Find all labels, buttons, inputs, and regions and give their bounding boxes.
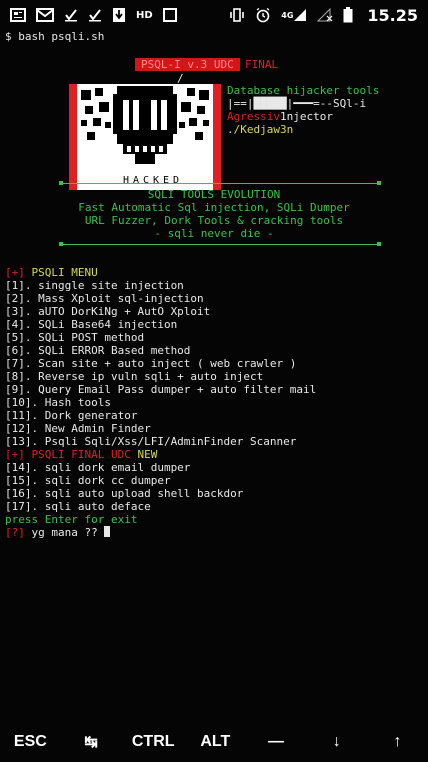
menu-item-3: [3]. aUTO DorKiNg + AutO Xploit — [5, 305, 211, 318]
menu-item-10: [10]. Hash tools — [5, 396, 111, 409]
menu-item-17: [17]. sqli auto deface — [5, 500, 151, 513]
input-prompt[interactable]: [?] yg mana ?? — [5, 526, 111, 539]
banner-title: PSQL-I v.3 UDC — [135, 58, 240, 71]
menu-item-4: [4]. SQLi Base64 injection — [5, 318, 178, 331]
divider-bottom — [59, 242, 381, 246]
prompt-text: yg mana ?? — [31, 526, 105, 539]
author-line: ./Kedjaw3n — [227, 123, 294, 136]
menu-item-7: [7]. Scan site + auto inject ( web crawl… — [5, 357, 297, 370]
injector-suffix: 1njector — [279, 110, 333, 123]
logo-panel: HACKED — [77, 84, 213, 190]
status-right: 4G 15.25 — [229, 6, 418, 25]
status-bar: HD 4G 15.25 — [0, 0, 428, 30]
menu-heading-label: PSQLI MENU — [31, 266, 98, 279]
news-icon — [10, 7, 26, 23]
menu-item-1: [1]. singgle site injection — [5, 279, 184, 292]
terminal-output[interactable]: $ bash psqli.sh PSQL-I v.3 UDC FINAL / H… — [5, 30, 423, 720]
extra-keys-row: ESC ↹ CTRL ALT — ↓ ↑ — [0, 722, 428, 762]
download-icon — [112, 7, 126, 23]
check-icon — [88, 8, 102, 22]
arrow-up-key[interactable]: ↑ — [378, 733, 418, 751]
menu-item-15: [15]. sqli dork cc dumper — [5, 474, 171, 487]
final-heading-label: PSQLI FINAL UDC — [31, 448, 131, 461]
menu-item-9: [9]. Query Email Pass dumper + auto filt… — [5, 383, 317, 396]
menu-item-12: [12]. New Admin Finder — [5, 422, 151, 435]
evolution-title: SQLI TOOLS EVOLUTION — [147, 188, 281, 201]
sqli-banner-line: |==|█████|━━━=--SQl-i — [227, 97, 367, 110]
tagline: Database hijacker tools — [227, 84, 380, 97]
hacked-logo: HACKED — [69, 84, 221, 190]
esc-key[interactable]: ESC — [10, 733, 50, 751]
menu-item-6: [6]. SQLi ERROR Based method — [5, 344, 191, 357]
skull-pixel-art — [77, 84, 213, 174]
evolution-line-1: Fast Automatic Sql injection, SQLi Dumpe… — [78, 201, 350, 214]
alarm-icon — [255, 7, 271, 23]
hd-icon: HD — [136, 9, 153, 21]
final-heading-new: NEW — [137, 448, 158, 461]
text-cursor — [104, 526, 111, 537]
menu-item-8: [8]. Reverse ip vuln sqli + auto inject — [5, 370, 264, 383]
network-label: 4G — [281, 10, 294, 20]
injector-line: Agressiv1njector — [227, 110, 333, 123]
status-left: HD — [10, 7, 177, 23]
final-heading-mark: [+] — [5, 448, 25, 461]
clock: 15.25 — [367, 5, 418, 25]
gmail-icon — [36, 7, 54, 23]
vibrate-icon — [229, 7, 245, 23]
banner-final: FINAL — [245, 58, 279, 71]
menu-item-2: [2]. Mass Xploit sql-injection — [5, 292, 204, 305]
evolution-line-3: - sqli never die - — [154, 227, 274, 240]
alt-key[interactable]: ALT — [195, 733, 235, 751]
menu-item-11: [11]. Dork generator — [5, 409, 138, 422]
prompt-mark: [?] — [5, 526, 25, 539]
screenshot-icon — [162, 8, 177, 22]
ctrl-key[interactable]: CTRL — [132, 733, 175, 751]
divider-top — [59, 181, 381, 185]
tab-key[interactable]: ↹ — [71, 732, 111, 752]
menu-item-14: [14]. sqli dork email dumper — [5, 461, 191, 474]
exit-hint: press Enter for exit — [5, 513, 138, 526]
signal-off-icon — [317, 8, 333, 22]
battery-icon — [343, 7, 353, 23]
menu-item-13: [13]. Psqli Sqli/Xss/LFI/AdminFinder Sca… — [5, 435, 297, 448]
final-heading: [+] PSQLI FINAL UDC NEW — [5, 448, 157, 461]
arrow-down-key[interactable]: ↓ — [317, 733, 357, 751]
menu-item-5: [5]. SQLi POST method — [5, 331, 145, 344]
shell-command: $ bash psqli.sh — [5, 30, 105, 43]
signal-4g-icon: 4G — [281, 8, 307, 22]
menu-heading-mark: [+] — [5, 266, 25, 279]
dash-key[interactable]: — — [256, 733, 296, 751]
menu-item-16: [16]. sqli auto upload shell backdor — [5, 487, 244, 500]
evolution-line-2: URL Fuzzer, Dork Tools & cracking tools — [84, 214, 344, 227]
injector-prefix: Agressiv — [227, 110, 280, 123]
logo-caption: HACKED — [122, 175, 184, 186]
menu-heading: [+] PSQLI MENU — [5, 266, 98, 279]
check-icon — [64, 8, 78, 22]
